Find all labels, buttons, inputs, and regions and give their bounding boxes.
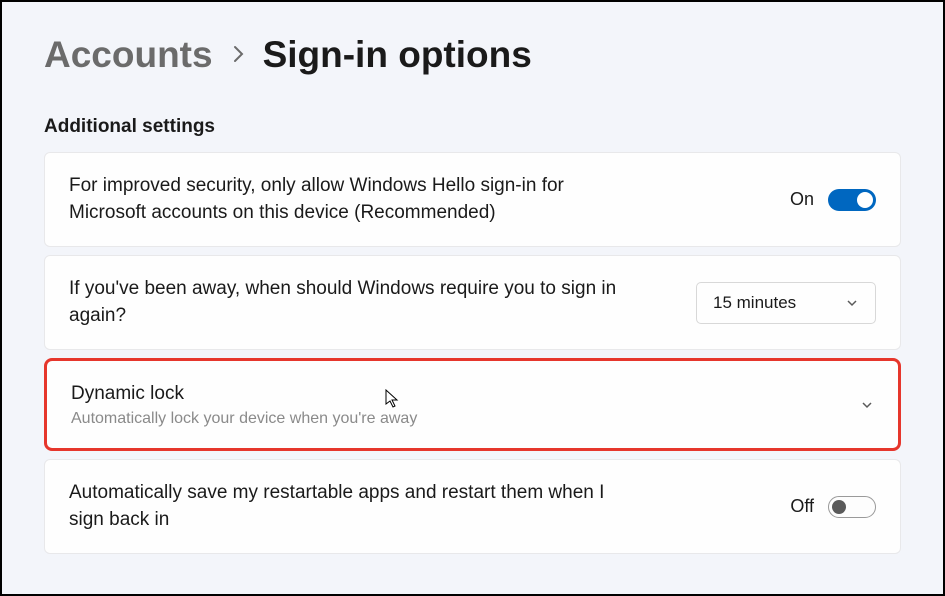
setting-title: Dynamic lock xyxy=(71,381,631,408)
setting-title: For improved security, only allow Window… xyxy=(69,173,629,226)
breadcrumb-current: Sign-in options xyxy=(263,34,532,76)
toggle-state-label: Off xyxy=(790,496,814,517)
dropdown-value: 15 minutes xyxy=(713,293,796,313)
setting-card-auto-restart: Automatically save my restartable apps a… xyxy=(44,459,901,554)
setting-subtitle: Automatically lock your device when you'… xyxy=(71,410,631,428)
setting-card-signin-required: If you've been away, when should Windows… xyxy=(44,255,901,350)
windows-hello-toggle[interactable] xyxy=(828,189,876,211)
auto-restart-toggle[interactable] xyxy=(828,496,876,518)
breadcrumb-parent[interactable]: Accounts xyxy=(44,34,213,76)
section-heading: Additional settings xyxy=(44,116,901,138)
chevron-down-icon xyxy=(845,296,859,310)
signin-timeout-dropdown[interactable]: 15 minutes xyxy=(696,282,876,324)
setting-card-windows-hello: For improved security, only allow Window… xyxy=(44,152,901,247)
setting-card-dynamic-lock[interactable]: Dynamic lock Automatically lock your dev… xyxy=(44,358,901,451)
toggle-state-label: On xyxy=(790,189,814,210)
chevron-down-icon xyxy=(860,398,874,412)
setting-title: Automatically save my restartable apps a… xyxy=(69,480,629,533)
chevron-right-icon xyxy=(231,39,245,71)
breadcrumb: Accounts Sign-in options xyxy=(44,34,901,76)
setting-title: If you've been away, when should Windows… xyxy=(69,276,629,329)
